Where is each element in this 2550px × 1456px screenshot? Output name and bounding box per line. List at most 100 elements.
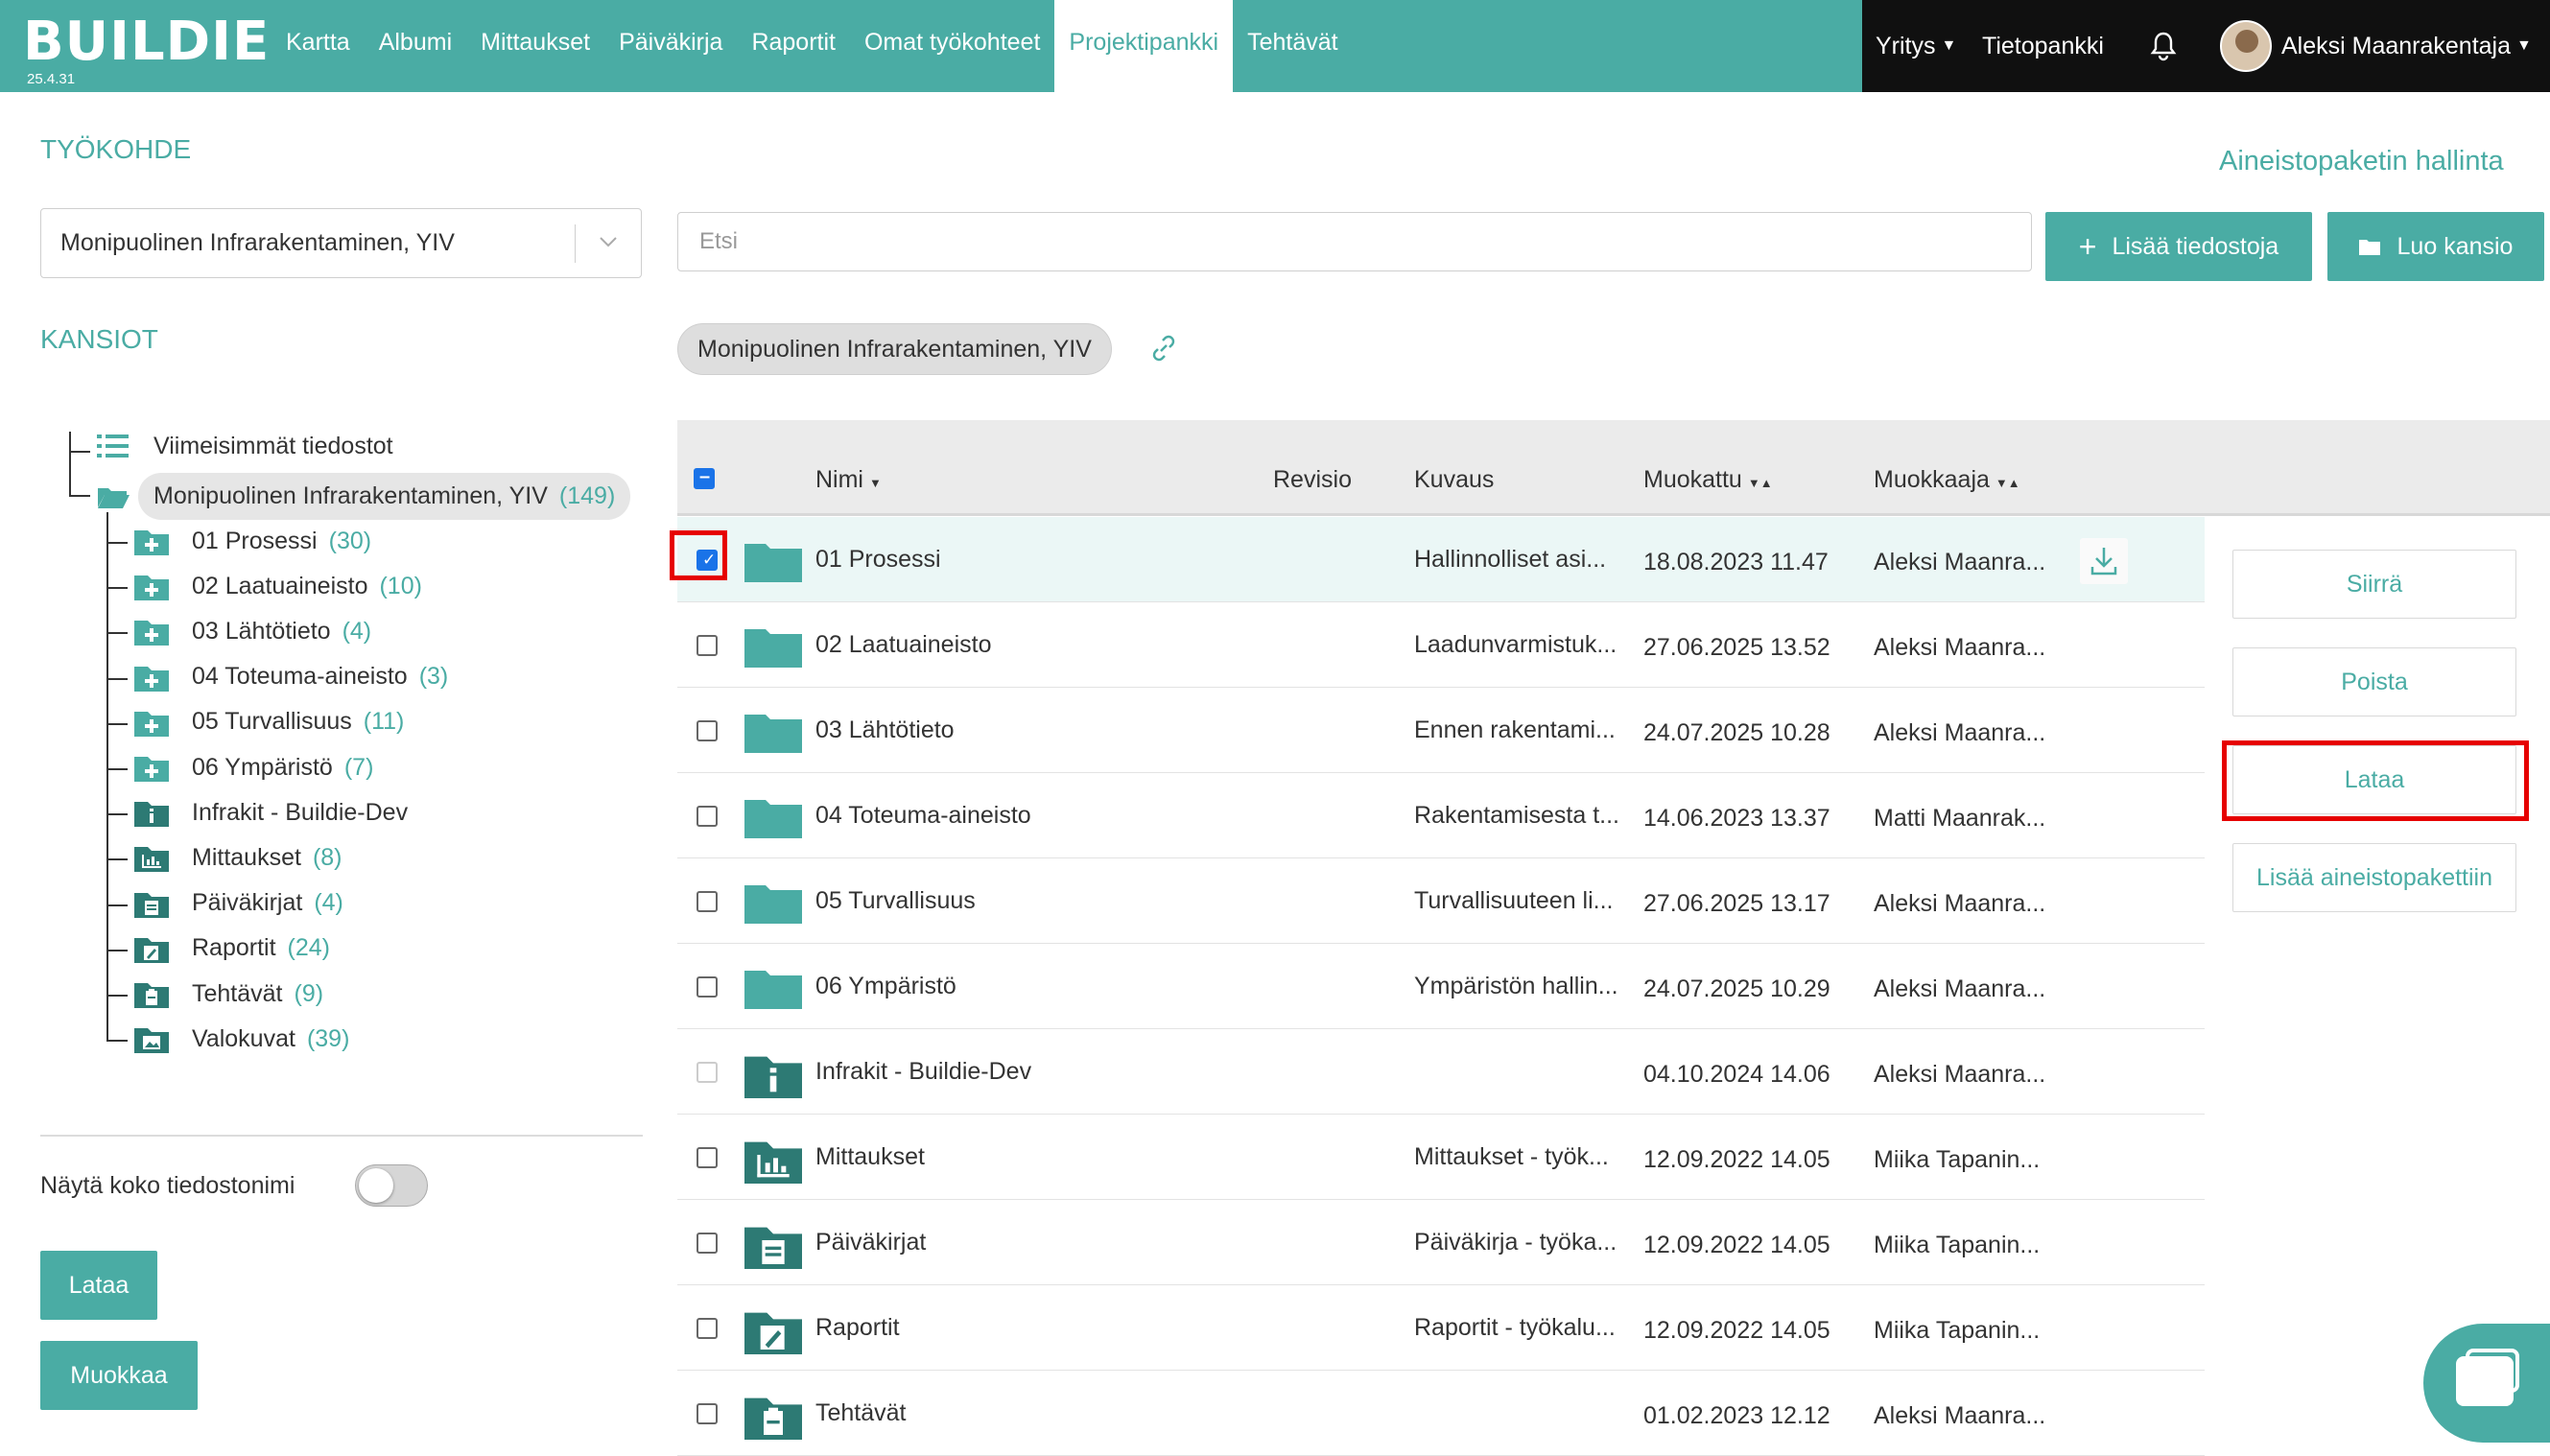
row-name[interactable]: 04 Toteuma-aineisto — [815, 802, 1031, 830]
row-name[interactable]: Mittaukset — [815, 1143, 925, 1171]
row-checkbox[interactable] — [697, 720, 718, 741]
tree-folder-item[interactable]: Tehtävät (9) — [134, 979, 323, 1008]
recent-files-item[interactable]: Viimeisimmät tiedostot — [96, 432, 393, 460]
full-filename-toggle[interactable] — [355, 1164, 428, 1207]
tree-folder-item[interactable]: 02 Laatuaineisto (10) — [134, 572, 422, 601]
nav-projektipankki[interactable]: Projektipankki — [1054, 0, 1234, 92]
nav-tehtavat[interactable]: Tehtävät — [1233, 0, 1353, 92]
row-name[interactable]: 06 Ympäristö — [815, 973, 956, 1000]
row-name[interactable]: Infrakit - Buildie-Dev — [815, 1058, 1031, 1086]
link-icon[interactable] — [1146, 331, 1181, 365]
table-row[interactable]: Infrakit - Buildie-Dev 04.10.2024 14.06 Al… — [677, 1029, 2205, 1115]
row-name[interactable]: Tehtävät — [815, 1399, 907, 1427]
row-checkbox[interactable] — [697, 1147, 718, 1168]
table-row[interactable]: 03 Lähtötieto Ennen rakentami... 24.07.202… — [677, 688, 2205, 773]
folder-plus-icon — [134, 663, 169, 692]
col-modified-header[interactable]: Muokattu ▼▲ — [1643, 466, 1773, 494]
row-name[interactable]: 05 Turvallisuus — [815, 887, 976, 915]
download-icon[interactable] — [2080, 538, 2128, 584]
chat-icon — [2456, 1356, 2514, 1406]
task-folder-icon — [134, 979, 169, 1008]
bell-icon[interactable] — [2149, 0, 2178, 92]
search-input[interactable]: Etsi — [677, 212, 2032, 271]
row-checkbox[interactable] — [697, 976, 718, 998]
row-name[interactable]: Päiväkirjat — [815, 1229, 926, 1256]
sidebar-edit-button[interactable]: Muokkaa — [40, 1341, 198, 1410]
create-folder-button[interactable]: Luo kansio — [2327, 212, 2544, 281]
row-modifier: Aleksi Maanra... — [1874, 549, 2046, 575]
company-menu[interactable]: Yritys ▼ — [1876, 0, 1956, 92]
row-name[interactable]: 03 Lähtötieto — [815, 716, 955, 744]
row-checkbox[interactable] — [697, 891, 718, 912]
col-name-header[interactable]: Nimi ▼ — [815, 466, 882, 494]
table-row[interactable]: Tehtävät 01.02.2023 12.12 Aleksi Maanra... — [677, 1371, 2205, 1456]
row-modified: 04.10.2024 14.06 — [1643, 1061, 1830, 1088]
tree-folder-item[interactable]: 01 Prosessi (30) — [134, 527, 371, 555]
recent-files-label: Viimeisimmät tiedostot — [153, 432, 393, 459]
tree-folder-item[interactable]: 03 Lähtötieto (4) — [134, 617, 371, 646]
row-checkbox[interactable] — [697, 635, 718, 656]
folder-icon — [744, 623, 802, 668]
row-modifier: Matti Maanrak... — [1874, 805, 2046, 832]
table-row[interactable]: Raportit Raportit - työkalu... 12.09.2022 … — [677, 1285, 2205, 1371]
nav-paivakirja[interactable]: Päiväkirja — [604, 0, 737, 92]
table-row[interactable]: 06 Ympäristö Ympäristön hallin... 24.07.20… — [677, 944, 2205, 1029]
table-row[interactable]: 04 Toteuma-aineisto Rakentamisesta t... 14… — [677, 773, 2205, 858]
highlight-box — [2222, 740, 2529, 821]
nav-kartta[interactable]: Kartta — [272, 0, 365, 92]
tree-folder-item[interactable]: 05 Turvallisuus (11) — [134, 708, 404, 737]
row-name[interactable]: Raportit — [815, 1314, 900, 1342]
buildie-logo[interactable]: BUILDIE — [23, 13, 270, 71]
tree-folder-label: 01 Prosessi — [192, 527, 318, 554]
package-management-link[interactable]: Aineistopaketin hallinta — [2219, 146, 2504, 177]
full-filename-toggle-label: Näytä koko tiedostonimi — [40, 1172, 295, 1199]
nav-omat-tyokohteet[interactable]: Omat työkohteet — [850, 0, 1054, 92]
add-to-package-button[interactable]: Lisää aineistopakettiin — [2232, 843, 2516, 912]
tree-line — [106, 768, 128, 770]
select-all-checkbox[interactable]: – — [694, 466, 715, 489]
nav-mittaukset[interactable]: Mittaukset — [466, 0, 604, 92]
row-modifier: Aleksi Maanra... — [1874, 975, 2046, 1002]
table-row[interactable]: 02 Laatuaineisto Laadunvarmistuk... 27.06.… — [677, 602, 2205, 688]
tree-line — [106, 632, 128, 635]
delete-button[interactable]: Poista — [2232, 647, 2516, 716]
tree-folder-item[interactable]: 04 Toteuma-aineisto (3) — [134, 663, 448, 692]
row-checkbox[interactable] — [697, 1233, 718, 1254]
nav-raportit[interactable]: Raportit — [737, 0, 850, 92]
tree-folder-item[interactable]: 06 Ympäristö (7) — [134, 753, 373, 782]
worksite-title: TYÖKOHDE — [40, 134, 192, 164]
list-icon — [97, 434, 129, 458]
table-row[interactable]: ✓ 01 Prosessi Hallinnolliset asi... 18.08.2… — [677, 517, 2205, 602]
table-header: – Nimi ▼ Revisio Kuvaus Muokattu ▼▲ Muokka… — [677, 420, 2550, 516]
chat-button[interactable] — [2423, 1324, 2550, 1443]
table-row[interactable]: Päiväkirjat Päiväkirja - työka... 12.09.20… — [677, 1200, 2205, 1285]
row-name[interactable]: 01 Prosessi — [815, 546, 941, 574]
tree-root-folder[interactable]: Monipuolinen Infrarakentaminen, YIV (149) — [96, 473, 631, 520]
main-nav: Kartta Albumi Mittaukset Päiväkirja Rapo… — [272, 0, 1353, 92]
row-checkbox[interactable] — [697, 806, 718, 827]
row-checkbox[interactable] — [697, 1403, 718, 1424]
app-version: 25.4.31 — [27, 71, 76, 87]
tree-folder-item[interactable]: Päiväkirjat (4) — [134, 889, 343, 918]
row-description: Turvallisuuteen li... — [1414, 887, 1614, 914]
table-row[interactable]: 05 Turvallisuus Turvallisuuteen li... 27.0… — [677, 858, 2205, 944]
row-name[interactable]: 02 Laatuaineisto — [815, 631, 991, 659]
nav-albumi[interactable]: Albumi — [365, 0, 466, 92]
sort-down-icon: ▼ — [869, 476, 882, 490]
tree-folder-item[interactable]: Infrakit - Buildie-Dev — [134, 798, 419, 828]
user-menu[interactable]: Aleksi Maanrakentaja ▼ — [2220, 0, 2532, 92]
worksite-select[interactable]: Monipuolinen Infrarakentaminen, YIV — [40, 208, 642, 278]
tree-folder-item[interactable]: Raportit (24) — [134, 934, 330, 963]
add-files-button[interactable]: + Lisää tiedostoja — [2045, 212, 2312, 281]
avatar — [2220, 20, 2272, 72]
move-button[interactable]: Siirrä — [2232, 550, 2516, 619]
tree-folder-item[interactable]: Valokuvat (39) — [134, 1024, 349, 1054]
knowledge-bank-link[interactable]: Tietopankki — [1982, 0, 2104, 92]
sidebar-download-button[interactable]: Lataa — [40, 1251, 157, 1320]
table-row[interactable]: Mittaukset Mittaukset - työk... 12.09.2022… — [677, 1115, 2205, 1200]
tree-folder-item[interactable]: Mittaukset (8) — [134, 843, 342, 873]
breadcrumb[interactable]: Monipuolinen Infrarakentaminen, YIV — [677, 323, 1112, 375]
row-checkbox[interactable] — [697, 1318, 718, 1339]
tree-folder-label: 05 Turvallisuus — [192, 708, 352, 736]
col-modifier-header[interactable]: Muokkaaja ▼▲ — [1874, 466, 2020, 494]
